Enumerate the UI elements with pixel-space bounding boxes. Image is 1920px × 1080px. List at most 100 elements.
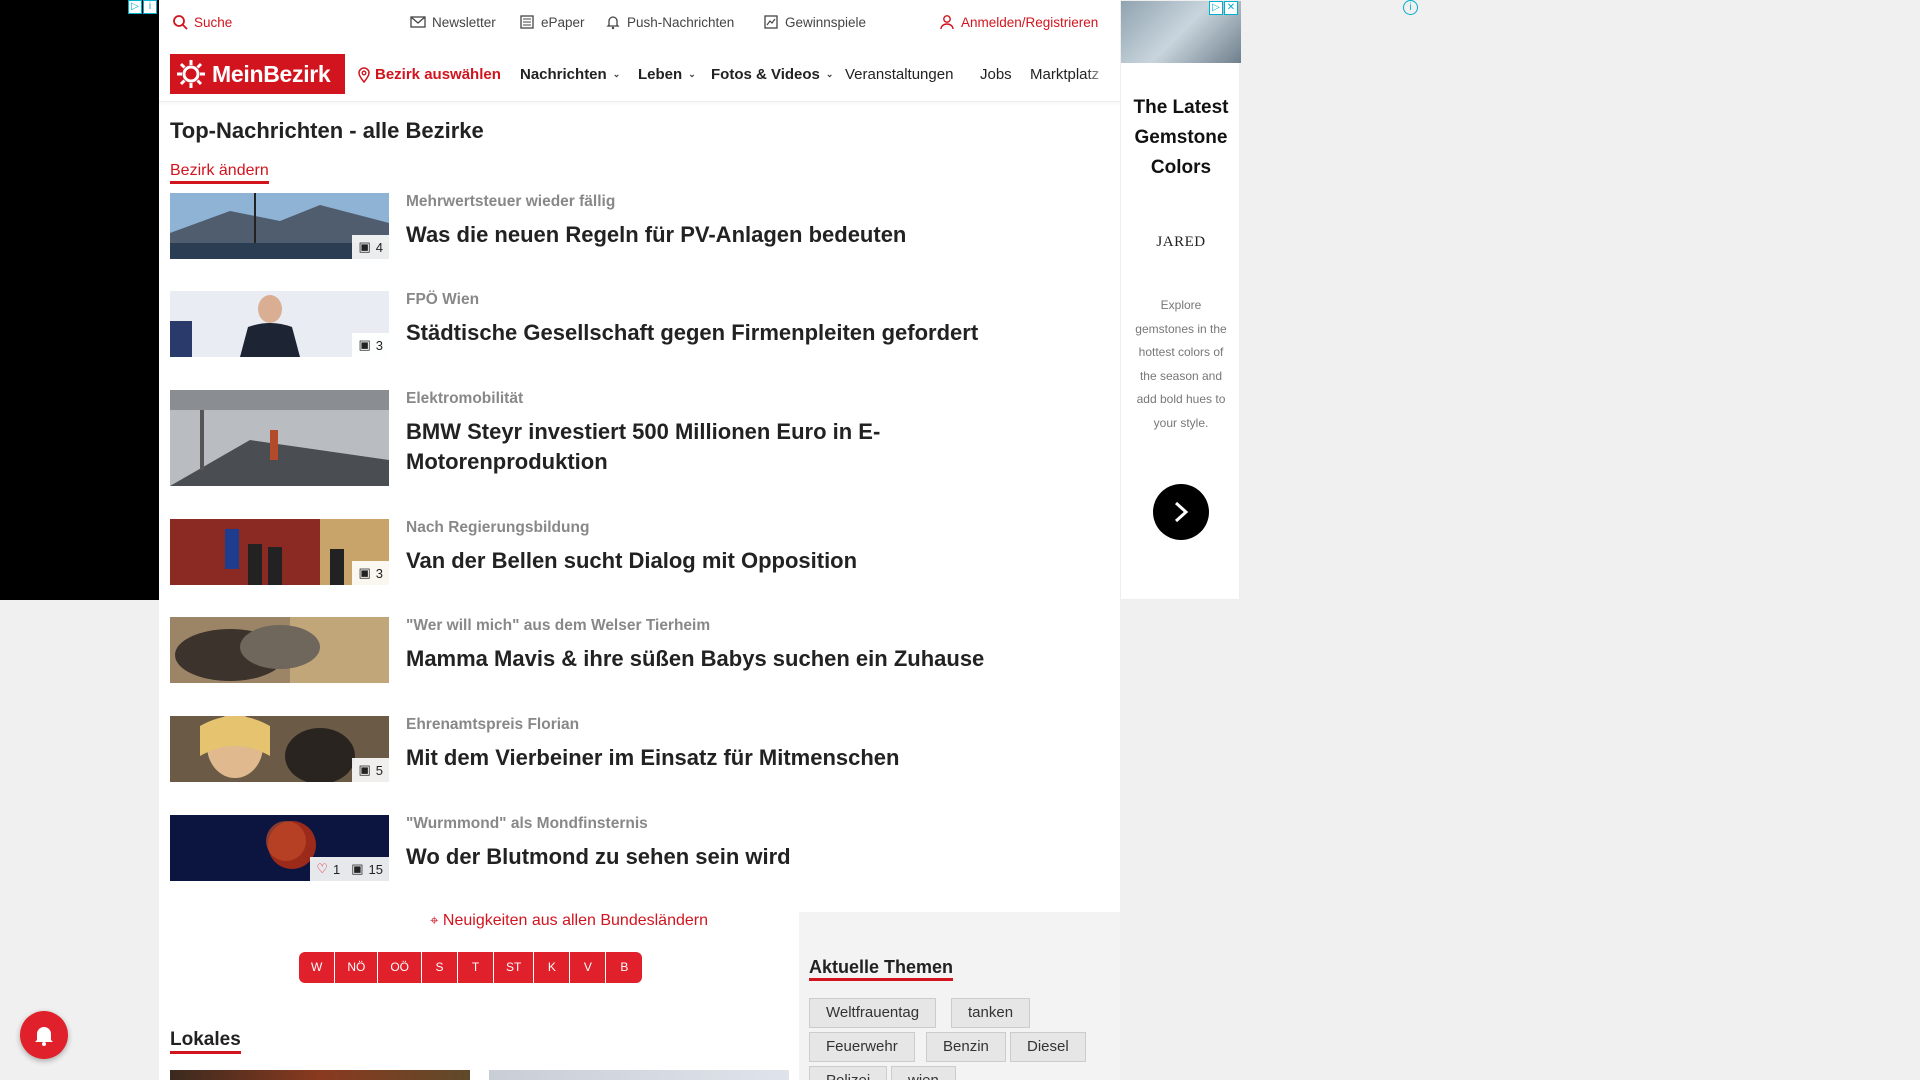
ad-next-button[interactable]: [1153, 484, 1209, 540]
lokales-thumbnail[interactable]: [170, 1070, 470, 1080]
state-button[interactable]: S: [422, 952, 458, 983]
image-icon: ▣: [358, 565, 371, 580]
topic-tag[interactable]: Polizei: [809, 1066, 888, 1080]
nav-veranstaltungen[interactable]: Veranstaltungen: [845, 66, 953, 83]
article-headline[interactable]: Städtische Gesellschaft gegen Firmenplei…: [406, 318, 978, 348]
logo-text: MeinBezirk: [212, 60, 331, 87]
bezirk-select[interactable]: Bezirk auswählen: [356, 66, 501, 83]
topic-tag[interactable]: Diesel: [1010, 1032, 1086, 1062]
state-selector: W NÖ OÖ S T ST K V B: [299, 952, 643, 983]
photo-count: 3: [375, 565, 383, 581]
login-link[interactable]: Anmelden/Registrieren: [939, 14, 1098, 30]
chevron-down-icon: ⌄: [825, 69, 834, 79]
photo-count-badge: ▣ 4: [352, 235, 389, 259]
state-button[interactable]: V: [570, 952, 607, 983]
headline-line: BMW Steyr investiert 500 Millionen Euro …: [406, 419, 881, 444]
site-logo[interactable]: MeinBezirk: [170, 54, 345, 94]
article-thumbnail[interactable]: ▣ 3: [170, 519, 389, 585]
gewinnspiele-link[interactable]: Gewinnspiele: [763, 14, 866, 30]
article-item[interactable]: ▣ 3 FPÖ Wien Städtische Gesellschaft gege…: [170, 291, 1110, 357]
article-thumbnail[interactable]: ▣ 5: [170, 716, 389, 782]
state-button[interactable]: ST: [494, 952, 535, 983]
article-headline[interactable]: BMW Steyr investiert 500 Millionen Euro …: [406, 417, 880, 477]
image-icon: ▣: [358, 762, 371, 777]
state-button[interactable]: NÖ: [335, 952, 379, 983]
states-label: Neuigkeiten aus allen Bundesländern: [442, 912, 708, 929]
topic-tag[interactable]: Weltfrauentag: [809, 998, 937, 1028]
image-icon: ▣: [358, 337, 371, 352]
photo-count: 4: [375, 239, 383, 255]
article-thumbnail[interactable]: [170, 617, 389, 683]
article-item[interactable]: ♡ 1 ▣ 15 "Wurmmond" als Mondfinsternis Wo …: [170, 815, 1110, 881]
location-pin-icon: ⌖: [430, 912, 439, 929]
search-label: Suche: [194, 14, 233, 30]
nav-nachrichten[interactable]: Nachrichten ⌄: [520, 66, 620, 83]
state-button[interactable]: K: [534, 952, 571, 983]
state-button[interactable]: OÖ: [378, 952, 422, 983]
photo-count: 15: [368, 861, 383, 877]
article-kicker: Ehrenamtspreis Florian: [406, 716, 580, 733]
adchoices-icon[interactable]: ▷ i: [128, 0, 157, 14]
newsletter-link[interactable]: Newsletter: [410, 14, 496, 30]
nav-label: Leben: [638, 66, 683, 83]
notification-bell-button[interactable]: [20, 1011, 68, 1059]
article-headline[interactable]: Wo der Blutmond zu sehen sein wird: [406, 842, 791, 872]
nav-fotos-videos[interactable]: Fotos & Videos ⌄: [711, 66, 833, 83]
user-icon: [940, 15, 954, 30]
article-kicker: FPÖ Wien: [406, 291, 480, 308]
right-ad-banner[interactable]: ▷ ✕ The Latest Gemstone Colors JARED Expl…: [1120, 0, 1241, 600]
chevron-down-icon: ⌄: [612, 69, 621, 79]
topic-tag[interactable]: Benzin: [926, 1032, 1006, 1062]
engagement-badge: ♡ 1 ▣ 15: [310, 857, 389, 881]
nav-marktplatz[interactable]: Marktplatz: [1030, 66, 1110, 83]
article-kicker: "Wurmmond" als Mondfinsternis: [406, 815, 648, 832]
article-thumbnail[interactable]: [170, 390, 389, 486]
nav-label: Jobs: [980, 66, 1012, 83]
push-label: Push-Nachrichten: [627, 14, 735, 30]
state-button[interactable]: B: [606, 952, 642, 983]
change-district-link[interactable]: Bezirk ändern: [170, 162, 269, 184]
chevron-right-icon: [1174, 501, 1189, 523]
article-headline[interactable]: Mit dem Vierbeiner im Einsatz für Mitmen…: [406, 743, 900, 773]
article-item[interactable]: "Wer will mich" aus dem Welser Tierheim …: [170, 617, 1110, 683]
state-button[interactable]: W: [299, 952, 336, 983]
photo-count-badge: ▣ 5: [352, 758, 389, 782]
article-headline[interactable]: Was die neuen Regeln für PV-Anlagen bede…: [406, 220, 906, 250]
newsletter-label: Newsletter: [432, 14, 496, 30]
topic-tag[interactable]: tanken: [951, 998, 1031, 1028]
nav-leben[interactable]: Leben ⌄: [638, 66, 696, 83]
article-item[interactable]: Elektromobilität BMW Steyr investiert 50…: [170, 390, 1110, 486]
main-nav: MeinBezirk Bezirk auswählen Nachrichten ⌄…: [159, 46, 1120, 102]
ad-title-line: Colors: [1150, 157, 1212, 178]
states-link[interactable]: ⌖ Neuigkeiten aus allen Bundesländern: [319, 912, 819, 930]
article-item[interactable]: ▣ 3 Nach Regierungsbildung Van der Bellen…: [170, 519, 1110, 585]
article-headline[interactable]: Mamma Mavis & ihre süßen Babys suchen ei…: [406, 644, 984, 674]
nav-jobs[interactable]: Jobs: [980, 66, 1012, 83]
article-headline[interactable]: Van der Bellen sucht Dialog mit Oppositi…: [406, 546, 857, 576]
adchoices-icon[interactable]: ▷ ✕: [1209, 1, 1238, 15]
ad-title-line: The Latest: [1133, 97, 1229, 118]
article-thumbnail[interactable]: ♡ 1 ▣ 15: [170, 815, 389, 881]
article-item[interactable]: ▣ 4 Mehrwertsteuer wieder fällig Was die …: [170, 193, 1110, 259]
article-thumbnail[interactable]: ▣ 4: [170, 193, 389, 259]
article-thumbnail[interactable]: ▣ 3: [170, 291, 389, 357]
login-label: Anmelden/Registrieren: [961, 14, 1099, 30]
article-item[interactable]: ▣ 5 Ehrenamtspreis Florian Mit dem Vierbe…: [170, 716, 1110, 782]
photo-count-badge: ▣ 3: [352, 561, 389, 585]
state-button[interactable]: T: [458, 952, 494, 983]
topic-tag[interactable]: Feuerwehr: [809, 1032, 915, 1062]
search-link[interactable]: Suche: [172, 14, 232, 30]
left-ad-banner[interactable]: ▷ i: [0, 0, 159, 600]
page-title: Top-Nachrichten - alle Bezirke: [170, 118, 484, 143]
push-link[interactable]: Push-Nachrichten: [605, 14, 734, 30]
article-kicker: Elektromobilität: [406, 390, 524, 407]
epaper-link[interactable]: ePaper: [519, 14, 585, 30]
chevron-down-icon: ⌄: [688, 69, 696, 79]
info-icon[interactable]: i: [1403, 0, 1418, 15]
lokales-heading: Lokales: [170, 1029, 241, 1054]
lokales-thumbnail[interactable]: [489, 1070, 789, 1080]
heart-icon[interactable]: ♡: [316, 861, 328, 877]
topic-tag[interactable]: wien: [891, 1066, 956, 1080]
ad-title-line: Gemstone: [1134, 127, 1228, 148]
article-image: [170, 390, 389, 486]
